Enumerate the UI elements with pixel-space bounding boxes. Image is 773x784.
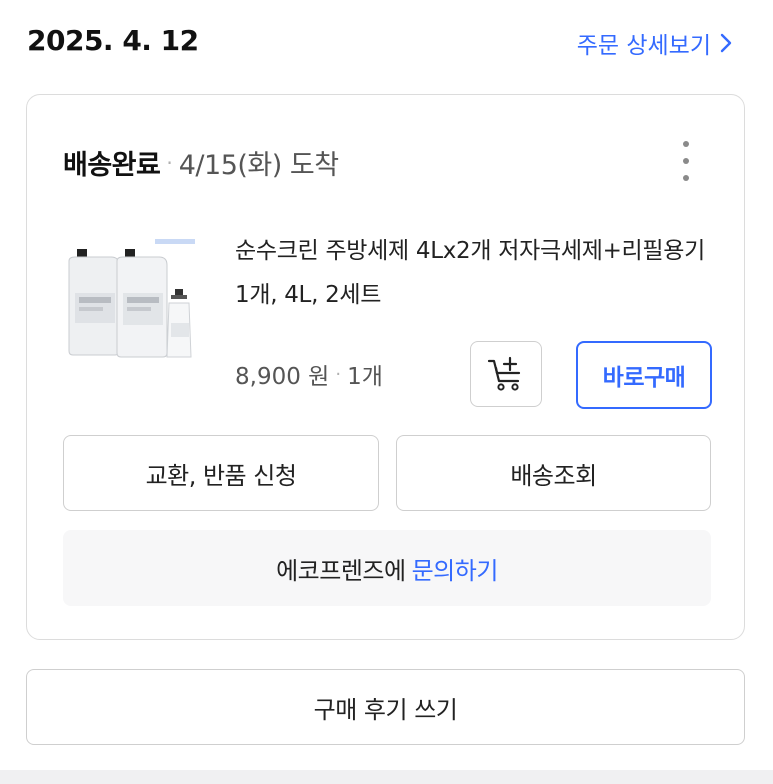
order-detail-link[interactable]: 주문 상세보기 [577,26,733,60]
add-to-cart-icon [487,356,521,391]
buy-now-button[interactable]: 바로구매 [576,341,712,409]
inquiry-link[interactable]: 문의하기 [412,551,499,586]
product-name[interactable]: 순수크린 주방세제 4Lx2개 저자극세제+리필용기1개, 4L, 2세트 [235,229,715,317]
product-price: 8,900 원 [235,364,330,390]
status-separator: · [166,150,173,175]
order-list-page: 2025. 4. 12 주문 상세보기 배송완료 · 4/15(화) 도착 순수… [0,0,773,784]
order-card: 배송완료 · 4/15(화) 도착 순수크린 주방세제 4Lx2개 저자극세제+… [26,94,745,640]
delivery-tracking-button[interactable]: 배송조회 [396,435,711,511]
delivery-status: 배송완료 · 4/15(화) 도착 [63,143,339,182]
price-quantity: 8,900 원 · 1개 [235,357,383,391]
add-to-cart-button[interactable] [470,341,542,407]
write-review-button[interactable]: 구매 후기 쓰기 [26,669,745,745]
section-divider [0,770,773,784]
delivery-status-label: 배송완료 [63,150,161,181]
arrival-date: 4/15(화) 도착 [178,150,339,181]
order-date: 2025. 4. 12 [27,24,199,57]
order-detail-label: 주문 상세보기 [576,33,711,59]
chevron-right-icon [720,33,732,53]
product-quantity: 1개 [347,364,383,390]
seller-inquiry: 에코프렌즈에 문의하기 [63,530,711,606]
more-vertical-icon[interactable] [676,141,696,181]
exchange-return-button[interactable]: 교환, 반품 신청 [63,435,379,511]
product-thumbnail[interactable] [63,233,205,361]
price-separator: · [335,363,342,385]
seller-name: 에코프렌즈에 [276,556,406,585]
